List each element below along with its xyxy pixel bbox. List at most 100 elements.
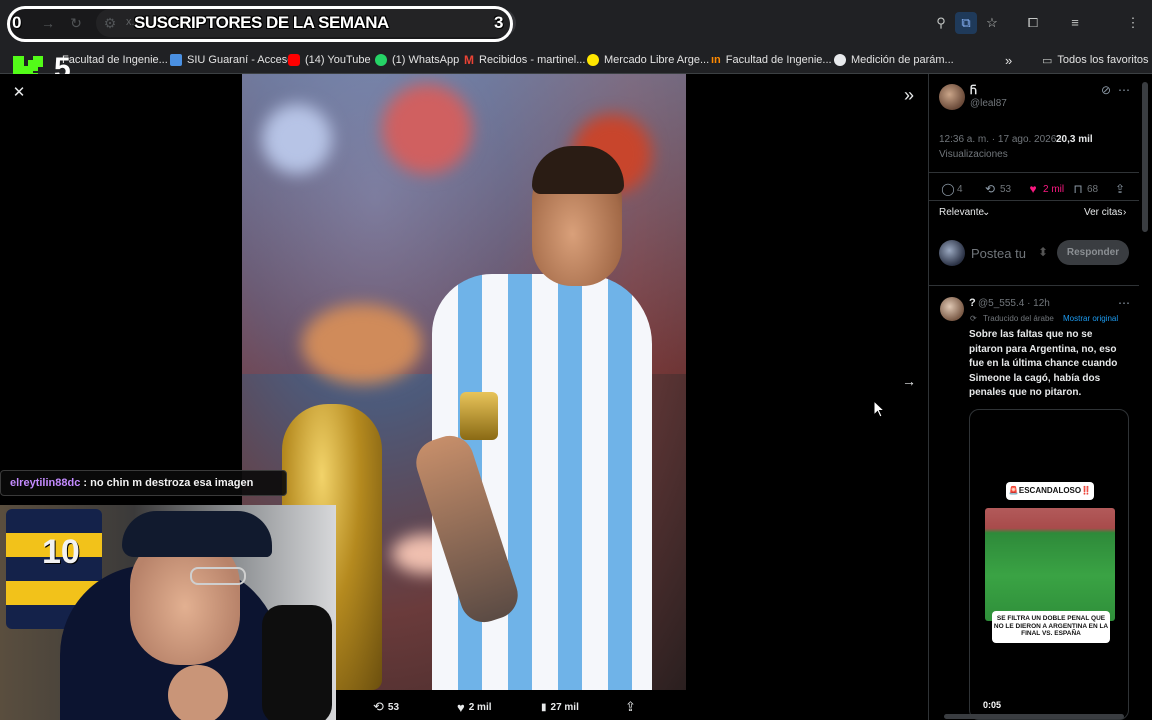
media-controls-icon[interactable]: ≡ [1064,12,1086,34]
bookmark-item[interactable]: ın Facultad de Ingenie... [711,51,832,69]
reply-button[interactable]: Responder [1057,240,1129,265]
bokeh [302,304,422,384]
more-options-icon[interactable]: ⋯ [1117,83,1131,97]
author-name[interactable]: Ⴌ [970,84,977,97]
faculty-icon: ın [711,54,721,66]
grok-icon[interactable]: ⊘ [1099,83,1113,97]
bokeh [382,84,472,174]
chat-username: elreytilin88dc [10,477,81,489]
mouse-cursor-icon [873,400,885,418]
streamer-webcam: 10 [0,505,336,720]
bookmarks-bar: Facultad de Ingenie... SIU Guaraní - Acc… [0,46,1152,74]
divider [929,172,1139,173]
tweet-views-label: Visualizaciones [939,149,1008,160]
video-caption: SE FILTRA UN DOBLE PENAL QUE NO LE DIERO… [992,611,1110,643]
bookmark-star-icon[interactable]: ☆ [981,12,1003,34]
bookmark-label: Facultad de Ingenie... [725,54,832,66]
menu-kebab-icon[interactable]: ⋮ [1122,12,1144,34]
translate-icon: ⟳ [970,314,977,323]
viewer-share-button[interactable]: ⇪ [625,699,636,715]
next-arrow-icon[interactable]: → [898,370,920,392]
chevron-right-icon: › [1123,207,1127,218]
extensions-puzzle-icon[interactable]: ⧠ [1022,12,1044,34]
author-avatar[interactable] [939,84,965,110]
whatsapp-icon [375,54,387,66]
streamer-cap [122,511,272,557]
video-label: 🚨ESCANDALOSO‼️ [1006,482,1094,500]
all-favorites-button[interactable]: ▭ Todos los favoritos [1042,51,1149,69]
reply-author-name[interactable]: ? [969,297,976,309]
microphone [262,605,332,720]
banner-title: SUSCRIPTORES DE LA SEMANA [134,13,389,32]
heart-icon: ♥ [457,699,465,715]
viewer-retweet-button[interactable]: ⟲ 53 [373,699,399,715]
bookmark-label: Facultad de Ingenie... [62,54,168,66]
mercadolibre-icon [587,54,599,66]
bookmark-item[interactable]: M Recibidos - martinel... [464,51,585,69]
viewer-retweet-count: 53 [387,701,400,713]
scroll-indicator-icon: ⬍ [1037,245,1049,259]
chat-message: elreytilin88dc : no chin m destroza esa … [0,470,287,496]
folder-icon: ▭ [1042,54,1053,67]
reply-text: Sobre las faltas que no se pitaron para … [969,329,1118,398]
retweet-icon[interactable]: ⟲ [983,182,997,196]
video-duration: 0:05 [983,700,1002,710]
bookmark-count: 68 [1087,184,1099,195]
more-bookmarks-button[interactable]: » [1005,51,1012,69]
liked-heart-icon[interactable]: ♥ [1026,182,1040,196]
bookmark-item[interactable]: (1) WhatsApp [375,51,459,69]
bookmark-label: Medición de parám... [851,54,954,66]
retweet-count: 53 [1000,184,1012,195]
reply-count: 4 [957,184,963,195]
youtube-icon [288,54,300,66]
siu-icon [170,54,182,66]
author-handle[interactable]: @leal87 [970,98,1007,109]
share-icon[interactable]: ⇪ [1113,182,1127,196]
horizontal-scrollbar[interactable] [944,714,1124,719]
view-quotes-link[interactable]: Ver citas [1084,207,1122,218]
reply-icon[interactable]: ◯ [941,182,955,196]
viewer-like-button[interactable]: ♥ 2 mil [457,699,492,715]
like-count: 2 mil [1043,184,1065,195]
reply-handle[interactable]: @5_555.4 · 12h [978,298,1050,309]
banner-right-count: 3 [494,13,504,32]
collapse-panel-icon[interactable]: » [898,84,920,106]
viewer-views-button[interactable]: ▮ 27 mil [541,699,579,715]
gmail-icon: M [464,53,474,67]
divider [929,200,1139,201]
chat-text: : no chin m destroza esa imagen [83,477,254,489]
bookmark-item[interactable]: (14) YouTube [288,51,371,69]
views-icon: ▮ [541,701,547,713]
jersey-number: 10 [42,533,80,571]
bokeh [262,104,332,174]
my-avatar [939,240,965,266]
jersey-badge [460,392,498,440]
tweet-views-count: 20,3 mil [1056,134,1093,145]
sort-dropdown[interactable]: Relevante [939,207,984,218]
all-favorites-label: Todos los favoritos [1057,54,1149,66]
reply-input[interactable]: Postea tu [971,246,1026,261]
zoom-icon[interactable]: ⚲ [930,12,952,34]
show-original-link[interactable]: Mostrar original [1063,314,1118,323]
bookmark-label: (1) WhatsApp [392,54,460,66]
streamer-glasses [190,567,246,585]
share-icon: ⇪ [625,699,636,714]
measurement-icon [834,54,846,66]
reply-author-avatar[interactable] [940,297,964,321]
bookmark-item[interactable]: Medición de parám... [834,51,954,69]
divider [929,285,1139,286]
close-icon[interactable]: ✕ [11,85,27,101]
bookmark-item[interactable]: Facultad de Ingenie... [62,51,168,69]
reply-more-icon[interactable]: ⋯ [1117,296,1131,310]
chevron-down-icon[interactable]: ⌄ [982,207,990,218]
extension-icon[interactable]: ⧉ [955,12,977,34]
bookmark-item[interactable]: SIU Guaraní - Acceso [170,51,293,69]
bookmark-icon[interactable]: ⊓ [1071,182,1085,196]
screen: { "overlay": { "banner_title": "SUSCRIPT… [0,0,1152,720]
video-frame [985,508,1115,621]
panel-scrollbar[interactable] [1142,82,1148,232]
bookmark-label: SIU Guaraní - Acceso [187,54,294,66]
bookmark-label: Recibidos - martinel... [479,54,586,66]
bookmark-item[interactable]: Mercado Libre Arge... [587,51,709,69]
tweet-timestamp[interactable]: 12:36 a. m. · 17 ago. 2026 · [939,134,1062,145]
